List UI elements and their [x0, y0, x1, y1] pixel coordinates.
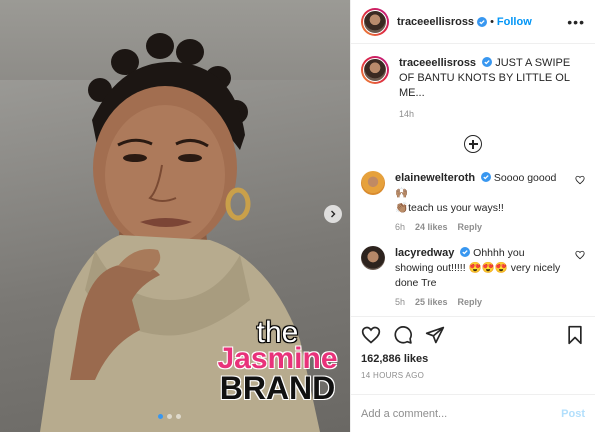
author-avatar[interactable] [361, 7, 389, 36]
author-username[interactable]: traceeellisross [397, 16, 474, 28]
load-more-comments [361, 135, 585, 153]
avatar-image [361, 246, 385, 270]
watermark-line-brand: BRAND [219, 370, 336, 406]
comment-likes[interactable]: 24 likes [415, 222, 448, 232]
comment-meta: 6h 24 likes Reply [395, 222, 565, 232]
share-icon[interactable] [425, 325, 445, 345]
post-comment-button[interactable]: Post [561, 408, 585, 420]
commenter-avatar[interactable] [361, 246, 385, 270]
comment-input[interactable] [361, 407, 562, 420]
caption-text-block: traceeellisross JUST A SWIPE OF BANTU KN… [399, 56, 585, 101]
comment-emoji: 😍😍😍 [468, 262, 508, 274]
caption: traceeellisross JUST A SWIPE OF BANTU KN… [361, 56, 585, 101]
heart-icon[interactable] [575, 250, 585, 260]
action-icons-row [361, 325, 585, 345]
caption-author-avatar[interactable] [361, 56, 389, 84]
comment-text: lacyredway Ohhhh you showing out!!!!! 😍😍… [395, 246, 565, 291]
commenter-username[interactable]: lacyredway [395, 247, 454, 259]
carousel-dot [176, 414, 181, 419]
post-header: traceeellisross • Follow ••• [351, 0, 595, 44]
comment-item: elainewelteroth Soooo goood 🙌🏽 👏🏽teach us… [361, 171, 585, 232]
instagram-post: the Jasmine BRAND traceeellisross • Foll… [0, 0, 595, 432]
comment-message: Soooo goood [493, 172, 557, 184]
verified-icon [477, 16, 488, 27]
verified-icon [482, 57, 493, 67]
commenter-username[interactable]: elainewelteroth [395, 172, 475, 184]
post-actions: 162,886 likes 14 HOURS AGO [351, 316, 595, 394]
comment-message-line2: teach us your ways!! [408, 202, 504, 214]
carousel-next-button[interactable] [324, 205, 342, 223]
watermark-logo: the Jasmine BRAND [210, 318, 345, 406]
caption-username[interactable]: traceeellisross [399, 57, 476, 69]
comment-body: lacyredway Ohhhh you showing out!!!!! 😍😍… [395, 246, 565, 307]
comment-text: elainewelteroth Soooo goood 🙌🏽 👏🏽teach us… [395, 171, 565, 216]
post-sidebar: traceeellisross • Follow ••• traceeellis… [350, 0, 595, 432]
carousel-dot [167, 414, 172, 419]
verified-icon [481, 172, 491, 182]
post-timestamp: 14 HOURS AGO [361, 371, 425, 380]
reply-button[interactable]: Reply [458, 297, 483, 307]
heart-icon[interactable] [361, 325, 381, 345]
reply-button[interactable]: Reply [458, 222, 483, 232]
comment-emoji: 🙌🏽 [395, 187, 409, 199]
carousel-indicator [158, 414, 181, 419]
comment-time: 6h [395, 222, 406, 232]
comment-body: elainewelteroth Soooo goood 🙌🏽 👏🏽teach us… [395, 171, 565, 232]
likes-count[interactable]: 162,886 likes [361, 353, 585, 365]
comment-emoji: 👏🏽 [395, 202, 409, 214]
comment-meta: 5h 25 likes Reply [395, 297, 565, 307]
comment-icon[interactable] [393, 325, 413, 345]
post-photo[interactable]: the Jasmine BRAND [0, 0, 350, 432]
chevron-right-icon [331, 210, 336, 218]
heart-icon[interactable] [575, 175, 585, 185]
author-name-group: traceeellisross • Follow [397, 16, 532, 28]
carousel-dot-active [158, 414, 163, 419]
avatar-image [361, 171, 385, 195]
verified-icon [460, 247, 471, 257]
follow-button[interactable]: Follow [497, 16, 532, 28]
comment-likes[interactable]: 25 likes [415, 297, 448, 307]
caption-timestamp: 14h [399, 109, 415, 119]
plus-circle-icon[interactable] [464, 135, 482, 153]
add-comment-bar: Post [351, 394, 595, 432]
more-options-icon[interactable]: ••• [567, 15, 585, 29]
header-separator: • [490, 15, 494, 28]
avatar-image [363, 9, 387, 34]
bookmark-icon[interactable] [565, 325, 585, 345]
comments-section[interactable]: traceeellisross JUST A SWIPE OF BANTU KN… [351, 44, 595, 316]
comment-time: 5h [395, 297, 406, 307]
comment-item: lacyredway Ohhhh you showing out!!!!! 😍😍… [361, 246, 585, 307]
avatar-image [363, 58, 387, 82]
commenter-avatar[interactable] [361, 171, 385, 195]
